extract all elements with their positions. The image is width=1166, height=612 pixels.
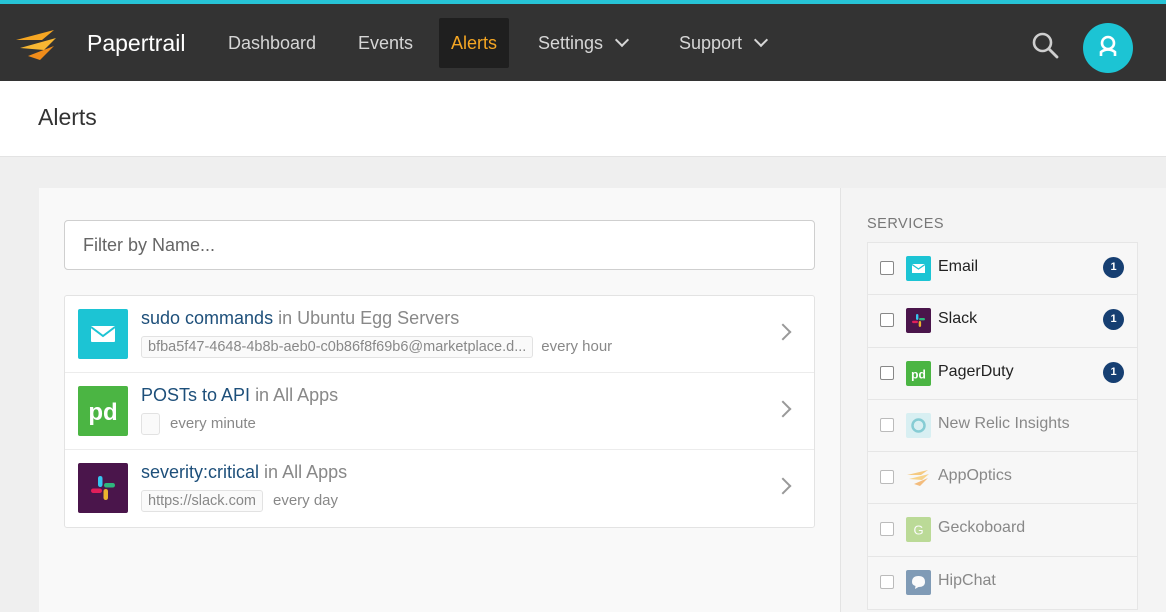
alert-scope: in All Apps bbox=[264, 462, 348, 482]
service-checkbox[interactable] bbox=[880, 365, 894, 380]
service-hipchat[interactable]: HipChat bbox=[868, 557, 1137, 609]
service-new-relic-insights[interactable]: New Relic Insights bbox=[868, 400, 1137, 453]
alert-title: severity:critical in All Apps bbox=[141, 462, 347, 483]
pagerduty-icon: pd bbox=[78, 386, 128, 436]
alert-frequency: every hour bbox=[541, 338, 613, 355]
appoptics-icon bbox=[906, 465, 931, 490]
nav-events-label: Events bbox=[358, 33, 414, 53]
service-label: AppOptics bbox=[938, 467, 1012, 485]
nav-alerts[interactable]: Alerts bbox=[439, 18, 510, 68]
alert-name-link[interactable]: POSTs to API bbox=[141, 385, 250, 405]
brand-name[interactable]: Papertrail bbox=[87, 28, 185, 58]
service-checkbox[interactable] bbox=[880, 417, 894, 432]
chevron-right-icon[interactable] bbox=[774, 323, 792, 341]
alert-meta: bfba5f47-4648-4b8b-aeb0-c0b86f8f69b6@mar… bbox=[141, 336, 612, 358]
alert-frequency: every minute bbox=[170, 415, 256, 432]
user-avatar-button[interactable] bbox=[1083, 23, 1133, 73]
email-icon bbox=[78, 309, 128, 359]
alert-destination: https://slack.com bbox=[141, 490, 263, 512]
filter-by-name-input[interactable] bbox=[64, 220, 815, 270]
slack-icon bbox=[78, 463, 128, 513]
alert-name-link[interactable]: sudo commands bbox=[141, 308, 273, 328]
new-relic-icon bbox=[906, 412, 931, 438]
service-label: New Relic Insights bbox=[938, 414, 1070, 432]
papertrail-logo-icon[interactable] bbox=[14, 26, 60, 62]
nav-support-label: Support bbox=[679, 33, 743, 53]
email-icon bbox=[906, 256, 931, 281]
page-header: Alerts bbox=[0, 81, 1166, 157]
service-label: PagerDuty bbox=[938, 362, 1014, 380]
service-pagerduty[interactable]: pd PagerDuty 1 bbox=[868, 348, 1137, 400]
svg-text:pd: pd bbox=[911, 367, 926, 381]
service-checkbox[interactable] bbox=[880, 522, 894, 537]
service-checkbox[interactable] bbox=[880, 261, 894, 275]
chevron-right-icon[interactable] bbox=[774, 400, 792, 418]
hipchat-icon bbox=[906, 569, 931, 595]
user-icon bbox=[1099, 35, 1117, 56]
alert-title: POSTs to API in All Apps bbox=[141, 385, 338, 406]
service-label: Slack bbox=[938, 310, 978, 328]
service-appoptics[interactable]: AppOptics bbox=[868, 452, 1137, 505]
svg-text:G: G bbox=[913, 523, 923, 538]
service-checkbox[interactable] bbox=[880, 574, 894, 589]
alert-meta: every minute bbox=[141, 413, 256, 435]
svg-text:pd: pd bbox=[88, 399, 117, 426]
services-heading: SERVICES bbox=[867, 216, 945, 232]
services-list: Email 1 Slack 1 pd PagerDuty 1 New Relic… bbox=[867, 242, 1138, 611]
service-email[interactable]: Email 1 bbox=[868, 243, 1137, 296]
service-label: Geckoboard bbox=[938, 519, 1026, 537]
nav-dashboard-label: Dashboard bbox=[228, 33, 317, 53]
alert-row-posts-to-api[interactable]: pd POSTs to API in All Apps every minute bbox=[65, 373, 814, 450]
alert-name-link[interactable]: severity:critical bbox=[141, 462, 259, 482]
alert-row-severity-critical[interactable]: severity:critical in All Apps https://sl… bbox=[65, 450, 814, 527]
alert-row-sudo-commands[interactable]: sudo commands in Ubuntu Egg Servers bfba… bbox=[65, 296, 814, 373]
alert-meta: https://slack.com every day bbox=[141, 490, 338, 512]
alerts-panel: sudo commands in Ubuntu Egg Servers bfba… bbox=[39, 188, 840, 612]
top-nav-bar: Papertrail Dashboard Events Alerts Setti… bbox=[0, 0, 1166, 81]
nav-settings-label: Settings bbox=[538, 33, 604, 53]
search-icon[interactable] bbox=[1031, 31, 1059, 59]
services-sidebar: SERVICES Email 1 Slack 1 pd PagerDuty 1 … bbox=[840, 188, 1166, 612]
alert-destination bbox=[141, 413, 160, 435]
alert-scope: in All Apps bbox=[255, 385, 339, 405]
alerts-list: sudo commands in Ubuntu Egg Servers bfba… bbox=[64, 295, 815, 528]
pagerduty-icon: pd bbox=[906, 360, 931, 386]
alert-title: sudo commands in Ubuntu Egg Servers bbox=[141, 308, 459, 329]
service-geckoboard[interactable]: G Geckoboard bbox=[868, 504, 1137, 557]
geckoboard-icon: G bbox=[906, 517, 931, 543]
service-count-badge: 1 bbox=[1103, 257, 1124, 278]
service-count-badge: 1 bbox=[1103, 309, 1124, 331]
chevron-down-icon bbox=[753, 32, 769, 48]
service-checkbox[interactable] bbox=[880, 313, 894, 328]
alert-destination: bfba5f47-4648-4b8b-aeb0-c0b86f8f69b6@mar… bbox=[141, 336, 534, 358]
service-count-badge: 1 bbox=[1103, 361, 1124, 383]
chevron-down-icon bbox=[614, 32, 630, 48]
page-title: Alerts bbox=[38, 104, 97, 130]
service-checkbox[interactable] bbox=[880, 470, 894, 485]
nav-alerts-label: Alerts bbox=[451, 33, 498, 53]
nav-support[interactable]: Support bbox=[667, 18, 778, 68]
alert-frequency: every day bbox=[272, 492, 339, 509]
chevron-right-icon[interactable] bbox=[774, 477, 792, 495]
nav-events[interactable]: Events bbox=[346, 18, 425, 68]
nav-dashboard[interactable]: Dashboard bbox=[216, 18, 328, 68]
nav-settings[interactable]: Settings bbox=[526, 18, 639, 68]
service-slack[interactable]: Slack 1 bbox=[868, 295, 1137, 348]
service-label: HipChat bbox=[938, 571, 996, 589]
service-label: Email bbox=[938, 258, 979, 275]
alert-scope: in Ubuntu Egg Servers bbox=[278, 308, 460, 328]
slack-icon bbox=[906, 308, 931, 334]
